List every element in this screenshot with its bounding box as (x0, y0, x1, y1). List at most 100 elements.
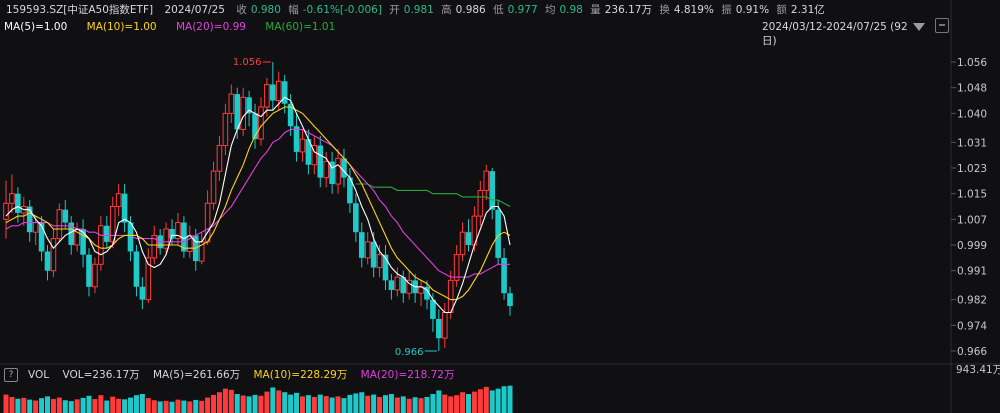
candle-body (104, 225, 110, 242)
volume-bar (442, 394, 448, 413)
volume-bar (465, 394, 471, 413)
open-label: 开 (389, 4, 400, 16)
avg-value: 0.98 (559, 4, 583, 16)
volume-bar (276, 390, 282, 413)
candle-body (489, 171, 496, 210)
change-value: -0.61%[-0.006] (302, 4, 382, 16)
volume-bar (471, 391, 477, 413)
candle-body (281, 81, 288, 104)
high-annotation: 1.056 (233, 57, 262, 68)
volume-current: VOL=236.17万 (62, 369, 140, 381)
volume-bar (56, 397, 62, 413)
candle-body (483, 170, 490, 191)
close-label: 收 (236, 4, 247, 16)
ma60-legend: MA(60)=1.01 (265, 21, 336, 33)
volume-bar (341, 398, 347, 413)
volume-bar (400, 396, 406, 413)
kline-chart[interactable]: 1.056 1.048 1.040 1.031 1.023 1.015 1.007 0.999… (0, 0, 1000, 413)
volume-bar (50, 399, 56, 413)
amount-label: 额 (776, 4, 787, 16)
candle-body (139, 286, 146, 300)
candle-body (44, 251, 51, 271)
volume-bar (240, 395, 246, 413)
volume-bar (193, 399, 199, 413)
y-tick-label: 1.056 (957, 57, 987, 69)
volume-bar (133, 395, 139, 413)
high-label: 高 (441, 4, 452, 16)
candle-body (210, 170, 217, 204)
volume-bar (45, 396, 51, 413)
volume-bar (501, 386, 507, 413)
ma10-line (5, 106, 511, 301)
candle-body (56, 209, 63, 240)
date-range-selector[interactable]: 2024/03/12-2024/07/25 (92日) (762, 20, 912, 47)
candle-body (270, 84, 276, 101)
volume-bar (104, 400, 110, 413)
volume-bar (270, 387, 276, 413)
volume-bar (311, 396, 317, 413)
y-tick-label: 1.023 (957, 163, 987, 175)
collapse-icon[interactable] (935, 18, 949, 33)
volume-ma10: MA(10)=228.29万 (253, 369, 348, 381)
volume-bar (181, 400, 187, 413)
volume-bar (187, 401, 193, 413)
volume-bar (448, 396, 454, 413)
candle-body (62, 209, 69, 223)
turnover-value: 4.819% (673, 4, 714, 16)
volume-axis-label: 943.41万 (956, 364, 1000, 376)
low-value: 0.977 (507, 4, 538, 16)
candle-body (353, 203, 359, 233)
candle-body (465, 232, 472, 246)
volume-bar (86, 395, 92, 413)
help-icon[interactable]: ? (4, 368, 18, 382)
chevron-down-icon[interactable] (913, 23, 925, 31)
volume-bar (122, 399, 128, 413)
volume-bar (483, 386, 489, 413)
volume-bar (80, 397, 86, 413)
candle-body (98, 225, 104, 265)
volume-bar (139, 394, 145, 413)
security-code: 159593.SZ[中证A50指数ETF] (6, 4, 154, 16)
volume-label: 量 (590, 4, 601, 16)
volume-legend: ? VOL VOL=236.17万 MA(5)=261.66万 MA(10)=22… (4, 367, 465, 383)
quote-date: 2024/07/25 (164, 4, 225, 16)
amplitude-value: 0.91% (735, 4, 770, 16)
volume-bar (424, 396, 430, 413)
volume-bar (299, 396, 305, 413)
volume-bar (116, 398, 122, 413)
candle-body (388, 280, 395, 290)
volume-bar (234, 394, 240, 413)
volume-bar (288, 394, 294, 413)
candle-body (370, 241, 377, 268)
candle-body (299, 138, 306, 153)
candle-body (317, 145, 324, 178)
y-tick-label: 0.999 (957, 240, 987, 252)
volume-bars (3, 385, 513, 413)
volume-bar (365, 395, 371, 413)
candle-body (335, 157, 341, 185)
ma5-line (5, 96, 511, 314)
y-tick-label: 1.015 (957, 189, 987, 201)
volume-bar (211, 394, 217, 413)
close-value: 0.980 (250, 4, 281, 16)
y-tick-label: 0.966 (957, 346, 987, 358)
ma20-legend: MA(20)=0.99 (175, 21, 246, 33)
volume-bar (317, 394, 323, 413)
candle-body (376, 254, 383, 269)
volume-bar (222, 388, 228, 413)
y-tick-label: 1.007 (957, 214, 987, 226)
ma-lines (5, 96, 511, 314)
volume-bar (418, 398, 424, 413)
candle-body (459, 231, 466, 256)
ma5-legend: MA(5)=1.00 (4, 21, 68, 33)
volume-bar (68, 401, 74, 413)
volume-bar (477, 389, 483, 413)
volume-bar (394, 397, 400, 413)
volume-bar (33, 400, 39, 413)
volume-bar (74, 399, 80, 413)
candle-body (240, 96, 246, 130)
y-tick-label: 0.974 (957, 320, 987, 332)
candle-body (50, 238, 57, 272)
volume-bar (406, 398, 412, 413)
volume-bar (110, 396, 116, 413)
